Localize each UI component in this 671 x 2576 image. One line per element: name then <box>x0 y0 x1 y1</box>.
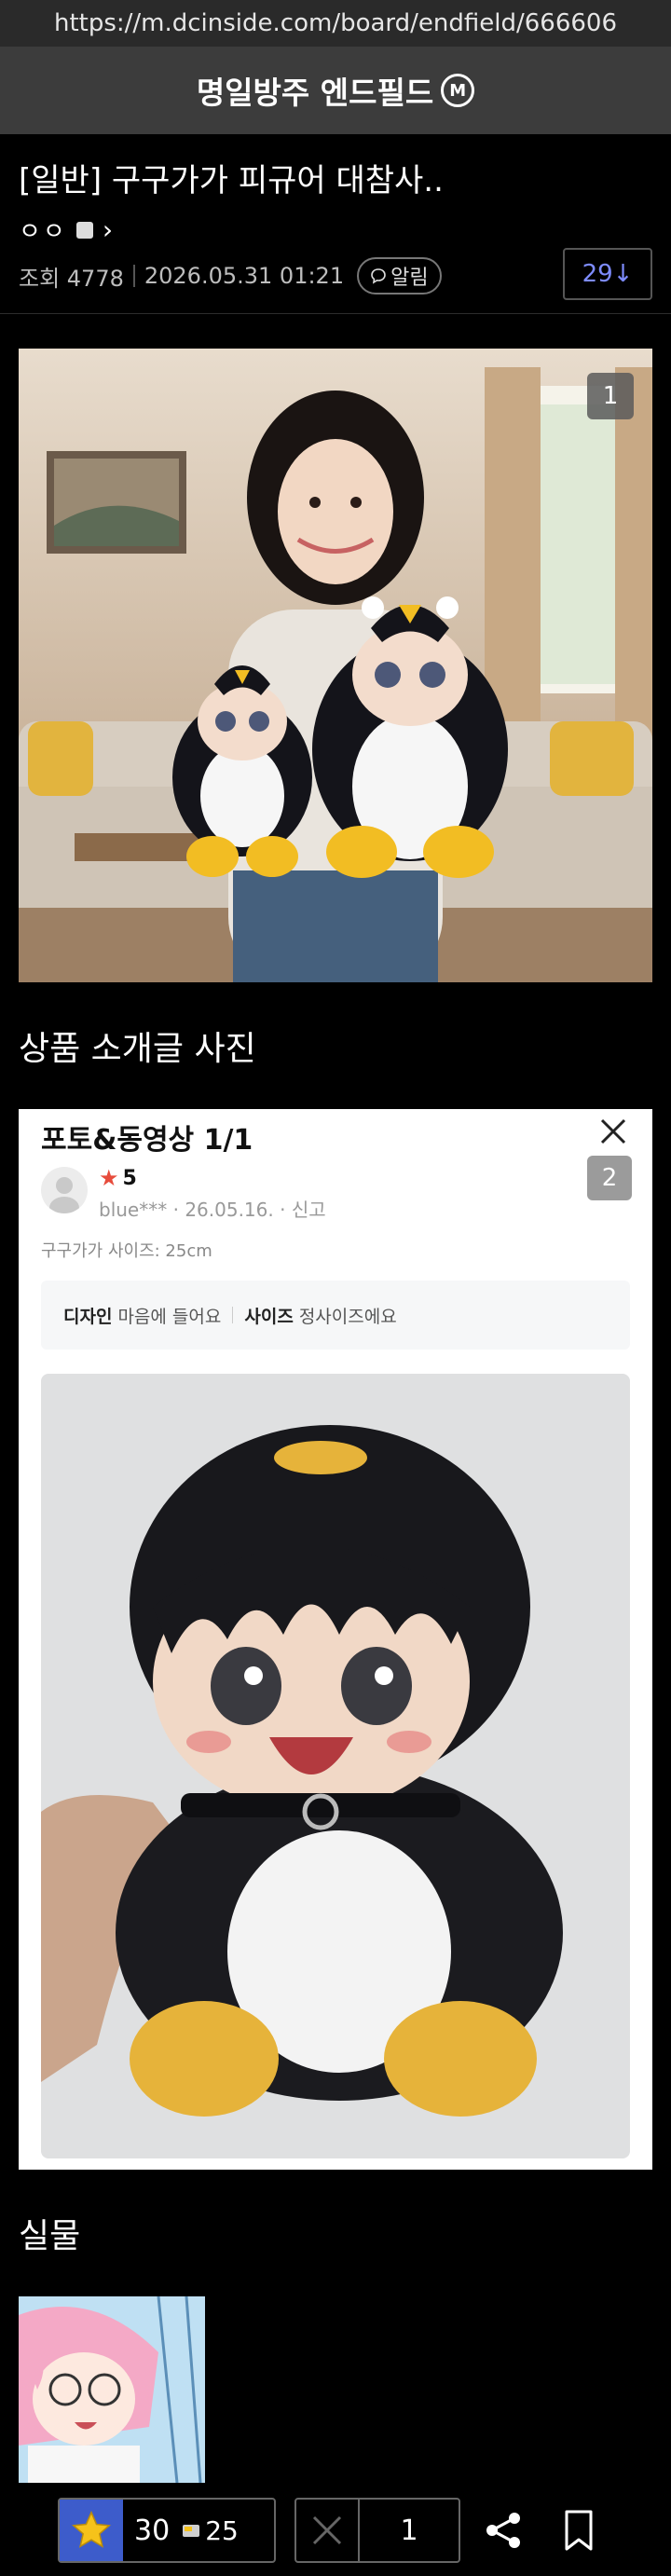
header-divider <box>0 313 671 314</box>
alarm-button[interactable]: 알림 <box>357 257 442 295</box>
post-datetime: 2026.05.31 01:21 <box>144 263 345 289</box>
star-icon <box>71 2510 112 2548</box>
upvote-box: 30 25 <box>58 2498 276 2563</box>
image-index-badge: 2 <box>587 1156 632 1200</box>
comment-count: 29↓ <box>582 260 634 288</box>
review-report: 신고 <box>291 1199 326 1221</box>
fixed-upvote: 25 <box>181 2515 239 2546</box>
author-name[interactable]: ㅇㅇ <box>19 212 67 247</box>
tag-size-value: 정사이즈에요 <box>298 1306 397 1327</box>
fixed-nick-icon <box>75 221 93 239</box>
downvote-count: 1 <box>400 2514 418 2547</box>
woman-with-plush-photo <box>19 349 652 982</box>
review-user-line: blue*** · 26.05.16. · 신고 <box>99 1199 326 1221</box>
post-image-3[interactable] <box>19 2296 205 2483</box>
gallery-header[interactable]: 명일방주 엔드필드 M <box>0 47 671 134</box>
review-rating: ★ 5 <box>99 1165 137 1191</box>
rating-value: 5 <box>122 1166 137 1190</box>
chevron-right-icon[interactable]: › <box>103 214 113 245</box>
image-index-badge: 1 <box>587 373 634 419</box>
review-tags: 디자인 마음에 들어요 사이즈 정사이즈에요 <box>41 1281 630 1350</box>
default-avatar-icon <box>49 1177 79 1213</box>
star-icon: ★ <box>99 1165 119 1191</box>
bookmark-icon[interactable] <box>563 2509 595 2552</box>
post-meta: 조회 4778 2026.05.31 01:21 알림 <box>19 257 442 295</box>
minor-gallery-badge: M <box>441 74 475 107</box>
bottom-action-bar: 30 25 1 <box>0 2483 671 2576</box>
section-heading-intro: 상품 소개글 사진 <box>19 1030 256 1068</box>
comment-jump-button[interactable]: 29↓ <box>563 248 652 300</box>
upvote-count: 30 <box>134 2514 171 2547</box>
tag-size-key: 사이즈 <box>244 1306 294 1327</box>
author-row[interactable]: ㅇㅇ › <box>19 212 113 247</box>
tag-design-value: 마음에 들어요 <box>117 1306 222 1327</box>
fixed-nick-vote-icon <box>183 2525 200 2537</box>
section-heading-real: 실물 <box>19 2217 81 2255</box>
tag-design-key: 디자인 <box>63 1306 113 1327</box>
downvote-button[interactable] <box>296 2500 360 2561</box>
close-icon <box>600 1118 626 1144</box>
review-user: blue*** <box>99 1199 168 1221</box>
close-icon <box>312 2515 342 2545</box>
meta-divider <box>132 265 135 287</box>
post-title: [일반] 구구가가 피규어 대참사.. <box>19 162 444 199</box>
url-text: https://m.dcinside.com/board/endfield/66… <box>53 9 618 37</box>
review-photo <box>41 1374 630 2158</box>
alarm-label: 알림 <box>390 267 429 290</box>
upvote-button[interactable] <box>60 2500 123 2561</box>
fixed-upvote-count: 25 <box>205 2514 239 2546</box>
speech-bubble-icon <box>371 268 386 284</box>
avatar <box>41 1167 88 1213</box>
review-size: 구구가가 사이즈: 25cm <box>41 1241 212 1261</box>
review-modal-title: 포토&동영상 1/1 <box>41 1124 253 1157</box>
gallery-name: 명일방주 엔드필드 <box>196 75 434 111</box>
post-image-2[interactable]: 포토&동영상 1/1 2 ★ 5 blue*** · 26.05.16. · 신… <box>19 1109 652 2170</box>
view-count: 조회 4778 <box>19 265 124 292</box>
share-icon[interactable] <box>483 2509 526 2552</box>
post-image-1[interactable]: 1 <box>19 349 652 982</box>
penguin-plush-review-photo <box>41 1374 630 2158</box>
browser-url-bar[interactable]: https://m.dcinside.com/board/endfield/66… <box>0 0 671 47</box>
crying-anime-meme-image <box>19 2296 205 2483</box>
downvote-box: 1 <box>294 2498 460 2563</box>
review-date: 26.05.16. <box>185 1199 274 1221</box>
